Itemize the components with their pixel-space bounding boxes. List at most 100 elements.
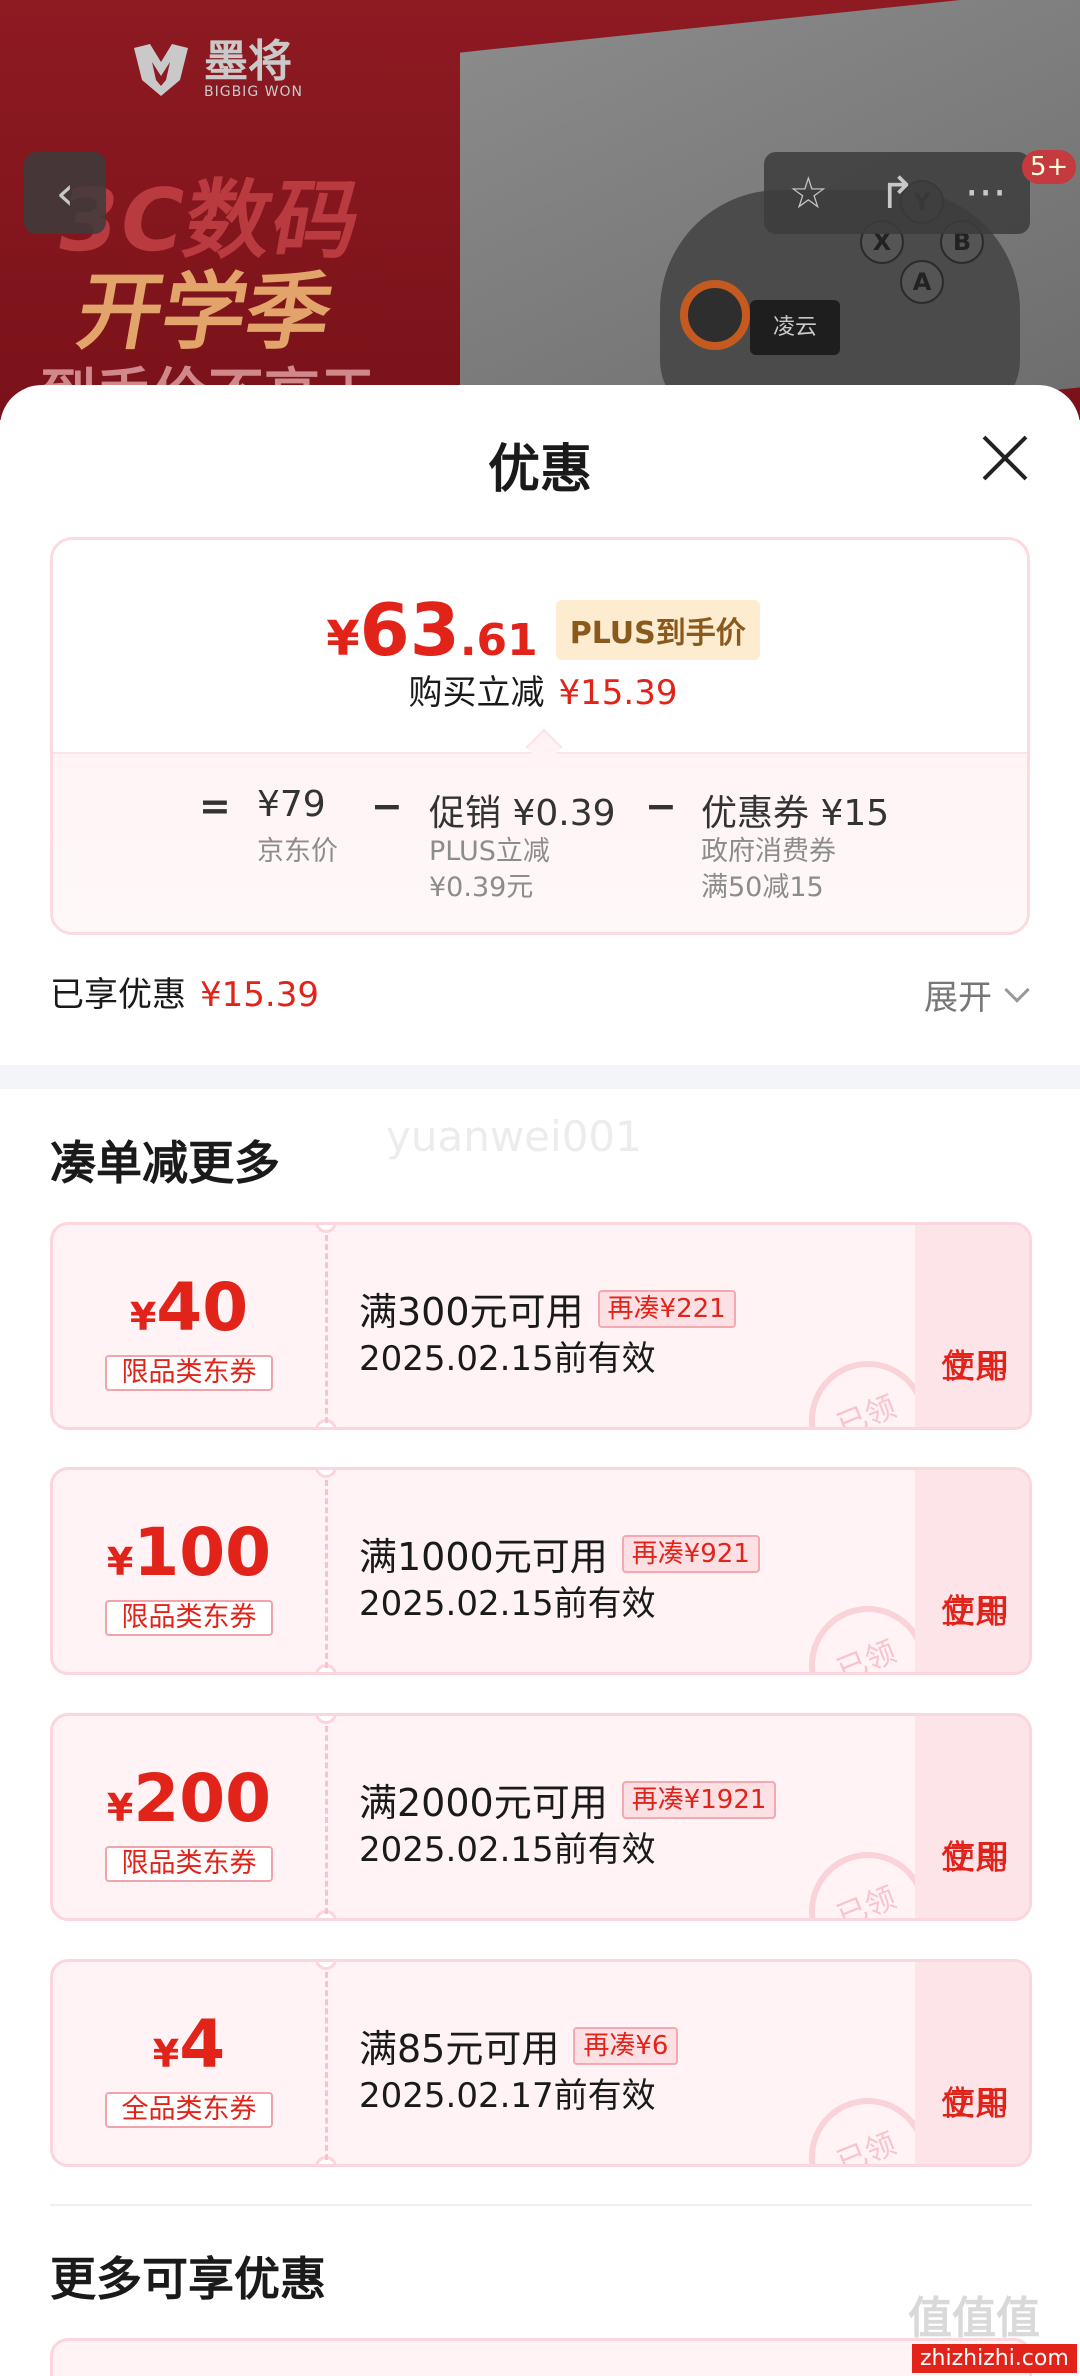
coupon-validity: 2025.02.15前有效 xyxy=(359,1584,656,1624)
gamepad-button-a: A xyxy=(900,260,944,304)
coupon-type-tag: 限品类东券 xyxy=(105,1355,273,1391)
section-divider xyxy=(0,1065,1080,1089)
coupon-type-tag: 全品类东券 xyxy=(105,2092,273,2128)
brand-logo: 墨将 BIGBIG WON xyxy=(130,40,303,100)
coupon-validity: 2025.02.17前有效 xyxy=(359,2076,656,2116)
use-now-line2: 使用 xyxy=(941,1838,1009,1878)
section-title-more-deals: 凑单减更多 xyxy=(50,1136,280,1190)
brand-mark-icon xyxy=(134,44,188,96)
promo-sub-label: PLUS立减 xyxy=(429,836,550,867)
plus-price-tag: PLUS到手价 xyxy=(555,600,760,660)
coupon-type-tag: 限品类东券 xyxy=(105,1846,273,1882)
joystick xyxy=(680,280,750,350)
use-now-line2: 使用 xyxy=(941,1592,1009,1632)
enjoyed-label: 已享优惠 xyxy=(50,975,186,1015)
use-now-line2: 使用 xyxy=(941,1347,1009,1387)
coupon-value-area: ¥4 全品类东券 xyxy=(53,1962,325,2164)
use-now-button[interactable]: 立即 使用 xyxy=(915,1470,1029,1672)
price-summary-card: ¥63.61 PLUS到手价 购买立减 ¥15.39 = ¥79 京东价 − 促销… xyxy=(50,537,1030,935)
message-count-badge: 5+ xyxy=(1022,150,1077,184)
use-now-line2: 使用 xyxy=(941,2084,1009,2124)
section-separator xyxy=(50,2204,1032,2206)
back-button[interactable]: ‹ xyxy=(24,152,106,234)
favorite-star-icon[interactable]: ☆ xyxy=(764,168,853,219)
coupon-value-area: ¥40 限品类东券 xyxy=(53,1225,325,1427)
coupon-condition-text: 满85元可用 xyxy=(359,2027,560,2071)
chevron-down-icon[interactable] xyxy=(1004,977,1030,1003)
coupon-type-tag: 限品类东券 xyxy=(105,1600,273,1636)
coupon-condition: 满1000元可用 再凑¥921 xyxy=(359,1526,760,1581)
coupon-card: ¥40 限品类东券 满300元可用 再凑¥221 2025.02.15前有效 已领… xyxy=(50,1222,1032,1430)
use-now-button[interactable]: 立即 使用 xyxy=(915,1716,1029,1918)
coupon-condition-text: 满300元可用 xyxy=(359,1290,584,1334)
price-integer: 63 xyxy=(359,588,460,672)
reduction-amount: ¥15.39 xyxy=(558,673,678,713)
enjoyed-discount: 已享优惠 ¥15.39 xyxy=(50,967,319,1016)
coupon-divider xyxy=(325,1235,328,1423)
coupon-value-area: ¥200 限品类东券 xyxy=(53,1716,325,1918)
minus-sign: − xyxy=(371,784,403,828)
minus-sign: − xyxy=(645,784,677,828)
discount-sheet: 优惠 ¥63.61 PLUS到手价 购买立减 ¥15.39 = ¥79 京东价 −… xyxy=(0,385,1080,2376)
brand-name-en: BIGBIG WON xyxy=(204,84,303,100)
coupon-currency: ¥ xyxy=(106,1786,134,1830)
coupon-value: 200 xyxy=(133,1760,272,1837)
coupon-gap-tag: 再凑¥1921 xyxy=(621,1780,777,1819)
coupon-validity: 2025.02.15前有效 xyxy=(359,1339,656,1379)
coupon-gap-tag: 再凑¥6 xyxy=(573,2026,679,2065)
promo-sub-amount: ¥0.39元 xyxy=(429,872,534,903)
coupon-value: 4 xyxy=(179,2006,226,2083)
coupon-condition: 满85元可用 再凑¥6 xyxy=(359,2018,679,2073)
coupon-value: 100 xyxy=(133,1514,272,1591)
coupon-card: ¥4 全品类东券 满85元可用 再凑¥6 2025.02.17前有效 已领 立即使… xyxy=(50,1959,1032,2167)
use-now-button[interactable]: 立即 使用 xyxy=(915,1962,1029,2164)
close-icon[interactable] xyxy=(980,433,1030,483)
price-decimal: .61 xyxy=(459,615,538,666)
coupon-amount: ¥100 xyxy=(53,1514,325,1591)
jd-price: ¥79 xyxy=(257,784,326,825)
coupon-currency: ¥ xyxy=(152,2032,180,2076)
coupon-condition-text: 满1000元可用 xyxy=(359,1535,608,1579)
site-watermark-logo: 值值值 xyxy=(908,2293,1040,2344)
final-price-row: ¥63.61 PLUS到手价 xyxy=(53,588,1027,672)
coupon-condition: 满2000元可用 再凑¥1921 xyxy=(359,1772,777,1827)
coupon-gap-tag: 再凑¥921 xyxy=(621,1534,760,1573)
price-breakdown: = ¥79 京东价 − 促销 ¥0.39 PLUS立减 ¥0.39元 − 优惠券… xyxy=(53,752,1027,932)
coupon-divider xyxy=(325,1726,328,1914)
section-title-more-offers: 更多可享优惠 xyxy=(50,2252,326,2306)
more-icon[interactable]: ··· xyxy=(941,168,1030,219)
sheet-title: 优惠 xyxy=(487,440,592,500)
coupon-condition-text: 满2000元可用 xyxy=(359,1781,608,1825)
purchase-reduction: 购买立减 ¥15.39 xyxy=(53,665,1027,714)
coupon-divider xyxy=(325,1972,328,2160)
coupon-card: ¥100 限品类东券 满1000元可用 再凑¥921 2025.02.15前有效 … xyxy=(50,1467,1032,1675)
jd-price-label: 京东价 xyxy=(257,836,338,867)
share-icon[interactable]: ↱ xyxy=(853,168,942,219)
brand-name-cn: 墨将 xyxy=(204,36,292,87)
price-currency: ¥ xyxy=(326,611,360,667)
use-now-button[interactable]: 立即 使用 xyxy=(915,1225,1029,1427)
coupon-validity: 2025.02.15前有效 xyxy=(359,1830,656,1870)
reduction-label: 购买立减 xyxy=(408,673,545,713)
coupon-amount: ¥40 xyxy=(53,1269,325,1346)
coupon-amount: ¥4 xyxy=(53,2006,325,2083)
watermark: yuanwei001 xyxy=(386,1112,642,1161)
promo-line-2: 开学季 xyxy=(70,263,340,361)
final-price: ¥63.61 xyxy=(326,588,538,672)
coupon-sub-rule: 满50减15 xyxy=(701,872,824,903)
coupon-currency: ¥ xyxy=(106,1540,134,1584)
gamepad-screen: 凌云 xyxy=(750,300,840,355)
chevron-left-icon: ‹ xyxy=(55,166,75,220)
top-action-group: ☆ ↱ ··· xyxy=(764,152,1030,234)
coupon-sub-label: 政府消费券 xyxy=(701,836,836,867)
equals-sign: = xyxy=(199,784,231,828)
promo-discount: 促销 ¥0.39 xyxy=(429,793,616,834)
coupon-card: ¥200 限品类东券 满2000元可用 再凑¥1921 2025.02.15前有效… xyxy=(50,1713,1032,1921)
coupon-amount: ¥200 xyxy=(53,1760,325,1837)
coupon-gap-tag: 再凑¥221 xyxy=(597,1289,736,1328)
coupon-card-partial xyxy=(50,2338,1032,2376)
site-watermark-url: zhizhizhi.com xyxy=(912,2344,1077,2373)
coupon-divider xyxy=(325,1480,328,1668)
coupon-currency: ¥ xyxy=(129,1295,157,1339)
expand-button[interactable]: 展开 xyxy=(924,970,992,1019)
